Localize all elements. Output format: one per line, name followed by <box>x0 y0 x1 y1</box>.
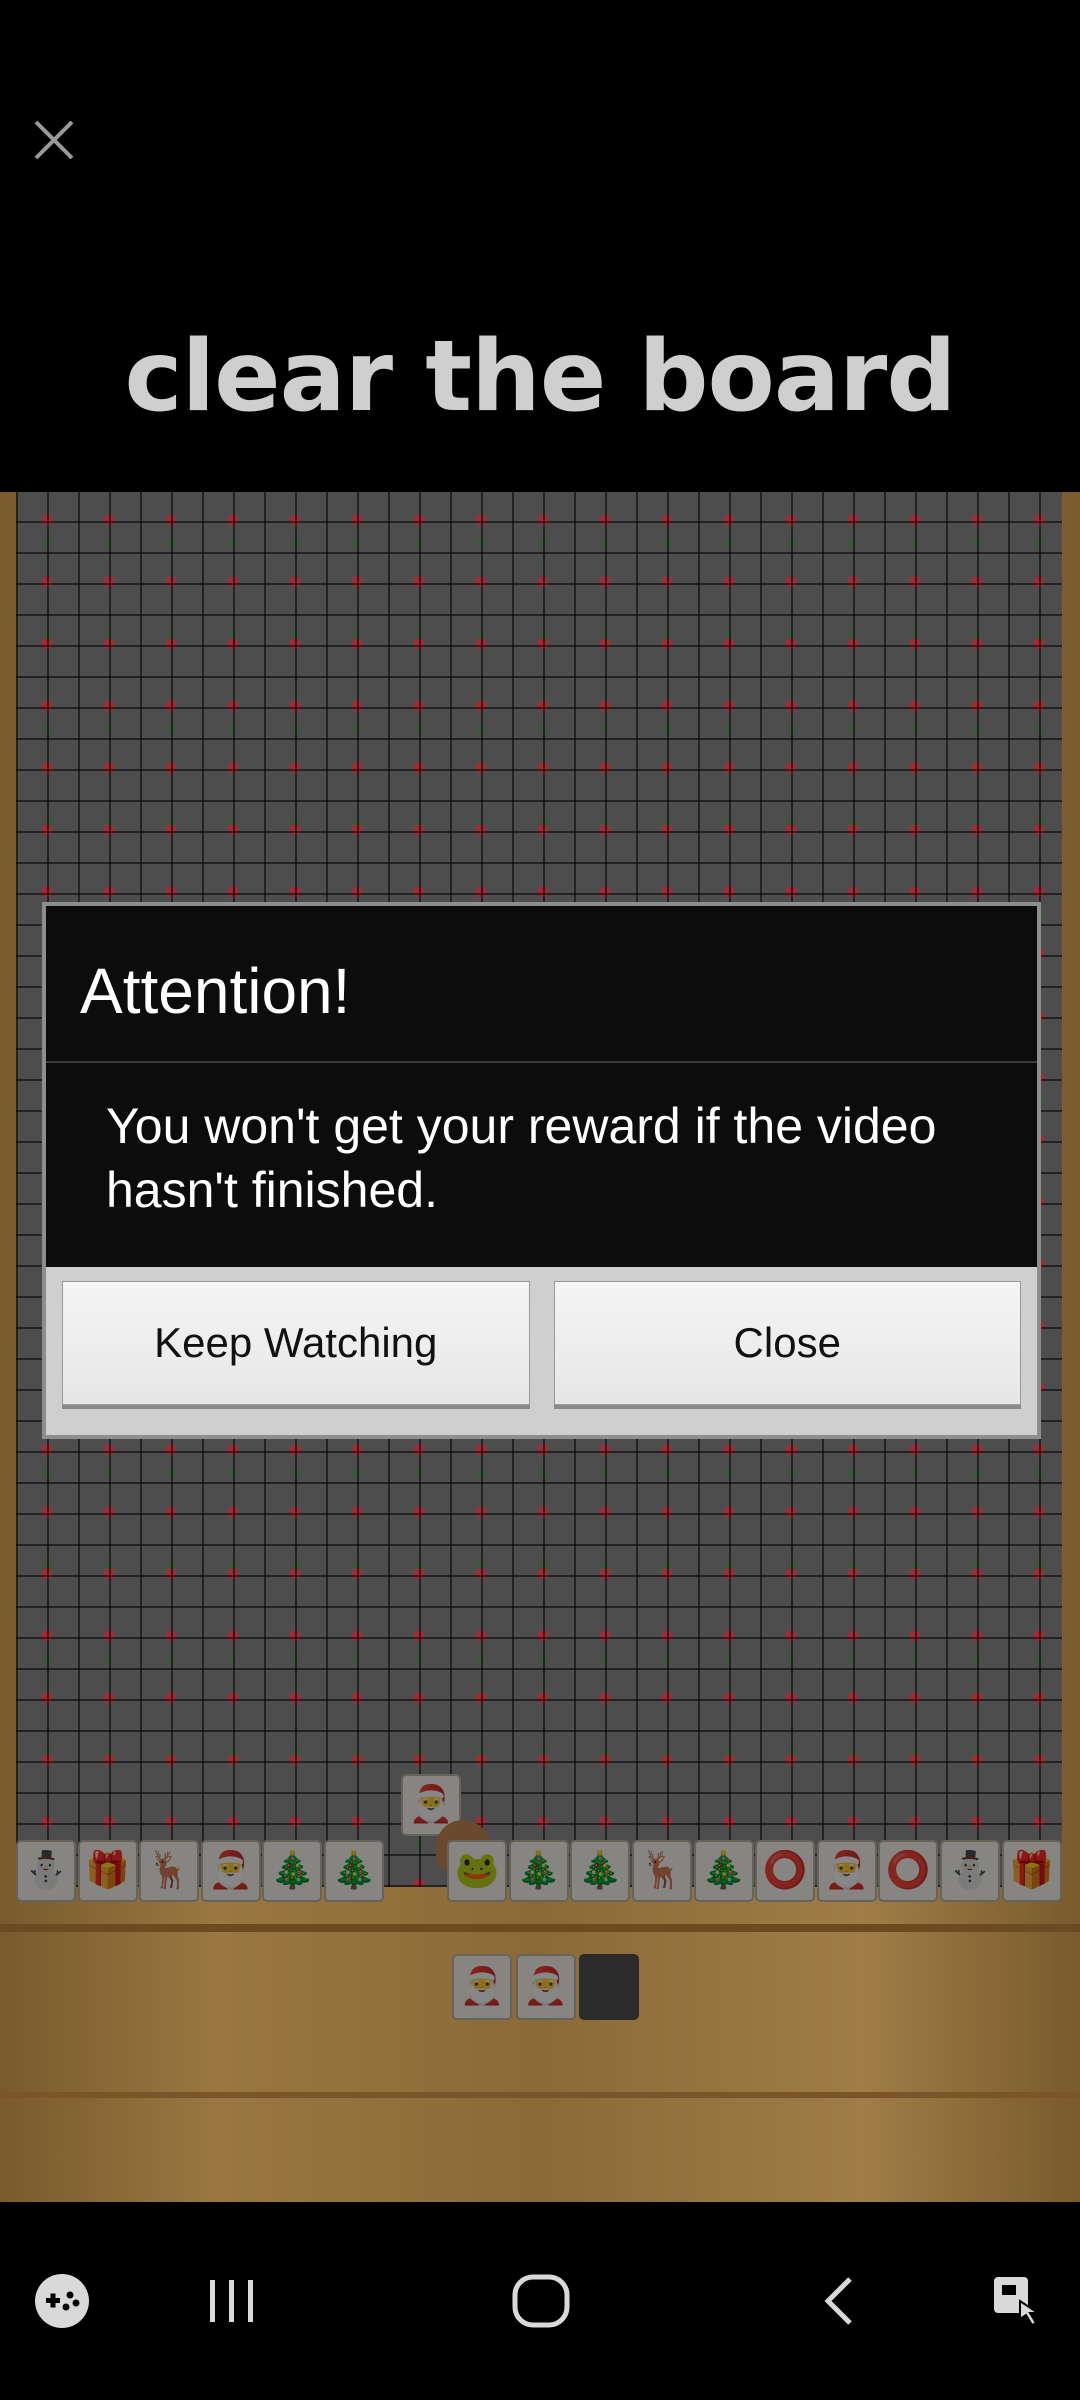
ad-title: clear the board <box>124 320 956 434</box>
close-icon[interactable] <box>22 108 86 172</box>
home-icon[interactable] <box>496 2202 586 2400</box>
game-tile[interactable]: 🦌 <box>631 1840 692 1902</box>
game-tile[interactable]: 🎄 <box>508 1840 569 1902</box>
game-tile[interactable]: 🎁 <box>1001 1840 1062 1902</box>
game-tile[interactable]: 🎄 <box>323 1840 384 1902</box>
game-tile[interactable]: ⭕ <box>755 1840 816 1902</box>
game-tile[interactable]: ⛄ <box>16 1840 76 1902</box>
game-tile[interactable]: 🎅 <box>816 1840 877 1902</box>
dialog-button-bar: Keep Watching Close <box>46 1267 1037 1435</box>
game-controller-icon[interactable] <box>22 2202 102 2400</box>
game-tile[interactable]: 🎄 <box>570 1840 631 1902</box>
game-tile[interactable]: 🐸 <box>447 1840 508 1902</box>
bottom-tile-row: 🎅 ⛄ 🎁 🦌 🎅 🎄 🎄 🐸 🎄 🎄 🦌 🎄 ⭕ 🎅 ⭕ ⛄ 🎁 <box>16 1774 1063 1904</box>
game-tile[interactable]: ⭕ <box>878 1840 939 1902</box>
close-button[interactable]: Close <box>553 1281 1021 1405</box>
dialog-divider <box>46 1061 1037 1063</box>
game-tile[interactable]: 🎄 <box>693 1840 754 1902</box>
game-tile[interactable]: 🎅 <box>200 1840 261 1902</box>
tile-tray: 🎅 🎅 <box>452 1954 640 2020</box>
shelf-divider <box>0 1924 1080 1932</box>
keep-watching-button[interactable]: Keep Watching <box>62 1281 530 1405</box>
dialog-message: You won't get your reward if the video h… <box>106 1098 937 1218</box>
dialog-title: Attention! <box>80 955 351 1027</box>
recents-icon[interactable] <box>192 2202 272 2400</box>
game-tile[interactable]: 🎁 <box>77 1840 138 1902</box>
game-tile[interactable]: 🎄 <box>262 1840 323 1902</box>
tray-tile: 🎅 <box>515 1954 576 2020</box>
accessibility-icon[interactable] <box>980 2202 1060 2400</box>
game-tile[interactable]: 🦌 <box>139 1840 200 1902</box>
system-nav-bar <box>0 2202 1080 2400</box>
screen: clear the board 🎅 ⛄ 🎁 🦌 🎅 🎄 🎄 🐸 🎄 🎄 🦌 🎄 ⭕ 🎅 ⭕ ⛄ 🎁 🎅 🎅 At… <box>0 0 1080 2400</box>
attention-dialog: Attention! You won't get your reward if … <box>42 902 1041 1439</box>
tray-tile: 🎅 <box>452 1954 512 2020</box>
shelf-divider-lower <box>0 2092 1080 2098</box>
game-tile[interactable]: ⛄ <box>939 1840 1000 1902</box>
back-icon[interactable] <box>800 2202 880 2400</box>
tray-empty-slot <box>579 1954 640 2020</box>
